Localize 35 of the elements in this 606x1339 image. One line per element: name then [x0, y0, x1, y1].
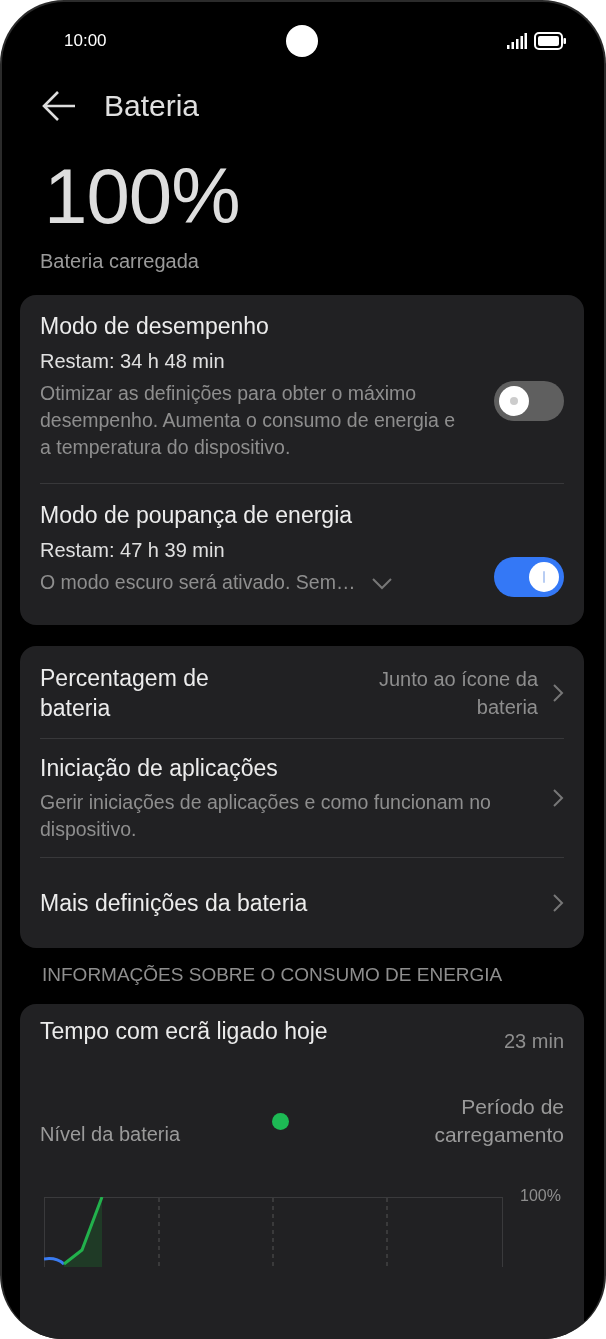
- setting-title: Percentagem de bateria: [40, 664, 210, 723]
- usage-title: Tempo com ecrã ligado hoje: [40, 1017, 329, 1046]
- setting-title: Iniciação de aplicações: [40, 754, 279, 783]
- mode-title: Modo de desempenho: [40, 312, 270, 341]
- battery-icon: [534, 32, 566, 50]
- signal-icon: [507, 33, 527, 49]
- mode-description: Otimizar as definições para obter o máximo desempenho. Aumenta o consumo de energia e a temperatura do dispositivo.: [40, 381, 457, 460]
- legend-dot: [272, 1112, 290, 1130]
- back-arrow-icon: [42, 90, 76, 122]
- page-title: Bateria: [104, 89, 200, 123]
- usage-value: 23 min: [503, 1029, 564, 1053]
- settings-item[interactable]: Iniciação de aplicações Gerir iniciações de aplicações e como funcionam no dispositivo.: [40, 738, 564, 857]
- chevron-right-icon: [552, 893, 564, 913]
- remaining-time: Restam: 47 h 39 min: [40, 538, 226, 563]
- setting-title: Mais definições da bateria: [40, 889, 309, 918]
- section-header: INFORMAÇÕES SOBRE O CONSUMO DE ENERGIA: [41, 963, 504, 987]
- battery-status: Bateria carregada: [39, 250, 200, 273]
- remaining-time: Restam: 34 h 48 min: [40, 349, 226, 374]
- axis-label: 100%: [520, 1187, 561, 1205]
- back-button[interactable]: [42, 90, 76, 122]
- chevron-right-icon: [552, 683, 564, 703]
- settings-item[interactable]: Mais definições da bateria: [40, 857, 564, 948]
- camera-hole: [286, 25, 318, 57]
- status-time: 10:00: [64, 31, 107, 51]
- battery-percentage: 100%: [43, 154, 241, 238]
- settings-item[interactable]: Percentagem de bateria Junto ao ícone da bateria: [40, 646, 564, 738]
- legend-label: Período de carregamento: [433, 1094, 564, 1148]
- toggle-switch[interactable]: [494, 557, 564, 597]
- mode-title: Modo de poupança de energia: [40, 501, 354, 530]
- setting-value: Junto ao ícone da bateria: [378, 667, 538, 720]
- legend-label: Nível da bateria: [40, 1122, 181, 1146]
- toggle-switch[interactable]: [494, 381, 564, 421]
- setting-description: Gerir iniciações de aplicações e como funcionam no dispositivo.: [40, 790, 492, 842]
- chevron-right-icon: [552, 788, 564, 808]
- mode-description: O modo escuro será ativado. Sem…: [40, 570, 356, 595]
